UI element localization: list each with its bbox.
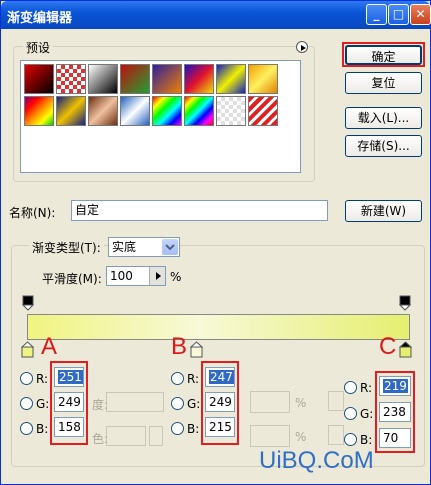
red-value-a: 251 (58, 370, 83, 384)
blue-input-a[interactable]: 158 (54, 417, 84, 437)
preset-swatch[interactable] (152, 64, 182, 94)
preset-swatch[interactable] (248, 64, 278, 94)
label-b: B: (360, 433, 373, 447)
preset-swatch[interactable] (24, 64, 54, 94)
preset-swatch[interactable] (56, 96, 86, 126)
save-button[interactable]: 存储(S)... (345, 135, 422, 157)
opacity-field (106, 392, 164, 412)
gradient-type-value: 实底 (112, 240, 137, 254)
color-stop-a[interactable] (20, 341, 35, 362)
location-field (250, 391, 290, 413)
red-input-c[interactable]: 219 (379, 376, 411, 396)
watermark-logo: UiBQ.CoM (259, 447, 374, 474)
preset-swatch[interactable] (88, 96, 118, 126)
blue-input-c[interactable]: 70 (379, 428, 411, 448)
label-r: R: (187, 372, 200, 386)
close-button[interactable]: ✕ (410, 4, 431, 25)
label-g: G: (360, 407, 374, 421)
smoothness-arrow-icon[interactable] (149, 267, 165, 285)
red-input-a[interactable]: 251 (54, 367, 84, 387)
gradient-type-label: 渐变类型(T): (29, 239, 104, 256)
name-label: 名称(N): (9, 206, 56, 220)
gradient-type-select[interactable]: 实底 (108, 237, 180, 257)
annotation-b: B (171, 333, 188, 360)
maximize-button[interactable]: □ (388, 4, 409, 25)
smoothness-value: 100 (110, 269, 133, 283)
location-field-2 (250, 425, 290, 447)
red-input-b[interactable]: 247 (205, 367, 235, 387)
color-stop-b[interactable] (189, 341, 204, 362)
radio-g-a[interactable] (20, 397, 33, 410)
delete-button-2 (328, 425, 344, 445)
label-r: R: (36, 372, 49, 386)
radio-g-b[interactable] (171, 397, 184, 410)
annotation-a: A (41, 333, 58, 360)
radio-g-c[interactable] (344, 407, 357, 420)
radio-b-a[interactable] (20, 422, 33, 435)
gradient-editor-window: 渐变编辑器 _ □ ✕ 预设 确定 复位 载入(L)... 存储(S)... 名… (0, 0, 431, 485)
blue-input-b[interactable]: 215 (205, 417, 235, 437)
new-button[interactable]: 新建(W) (345, 200, 422, 222)
opacity-stop-right[interactable] (398, 295, 412, 314)
chevron-down-icon[interactable] (162, 239, 178, 255)
label-g: G: (187, 397, 201, 411)
smoothness-label: 平滑度(M): (42, 272, 102, 286)
radio-r-c[interactable] (344, 381, 357, 394)
label-b: B: (36, 422, 49, 436)
label-g: G: (36, 397, 50, 411)
window-title: 渐变编辑器 (7, 11, 73, 26)
green-input-a[interactable]: 249 (54, 392, 84, 412)
reset-button[interactable]: 复位 (345, 72, 422, 94)
presets-menu-icon[interactable] (296, 41, 308, 53)
green-input-b[interactable]: 249 (205, 392, 235, 412)
minimize-button[interactable]: _ (366, 4, 387, 25)
ok-button[interactable]: 确定 (345, 45, 422, 65)
presets-label: 预设 (23, 39, 54, 56)
annotation-c: C (379, 333, 397, 360)
delete-button (328, 391, 344, 411)
smoothness-unit: % (170, 270, 182, 284)
pct-label-2: % (295, 430, 307, 444)
gradient-preview-bar[interactable] (27, 314, 410, 340)
label-b: B: (187, 422, 200, 436)
opacity-label: 度: (92, 398, 109, 412)
preset-swatch[interactable] (184, 96, 214, 126)
color-stop-c[interactable] (398, 341, 413, 362)
preset-swatch[interactable] (248, 96, 278, 126)
preset-swatch[interactable] (216, 64, 246, 94)
green-input-c[interactable]: 238 (379, 402, 411, 422)
stop-color-arrow (149, 426, 163, 446)
smoothness-input[interactable]: 100 (106, 266, 166, 286)
preset-swatch[interactable] (184, 64, 214, 94)
preset-swatch[interactable] (120, 64, 150, 94)
radio-r-a[interactable] (20, 372, 33, 385)
name-input[interactable]: 自定 (71, 200, 328, 221)
opacity-stop-left[interactable] (21, 295, 35, 314)
stop-color-field (106, 426, 146, 446)
label-r: R: (360, 381, 373, 395)
load-button[interactable]: 载入(L)... (345, 107, 422, 129)
radio-r-b[interactable] (171, 372, 184, 385)
pct-label: % (295, 396, 307, 410)
preset-swatch[interactable] (216, 96, 246, 126)
radio-b-b[interactable] (171, 422, 184, 435)
red-value-b: 247 (209, 370, 234, 384)
preset-swatch[interactable] (24, 96, 54, 126)
preset-swatch[interactable] (120, 96, 150, 126)
preset-swatch[interactable] (152, 96, 182, 126)
red-value-c: 219 (383, 379, 408, 393)
radio-b-c[interactable] (344, 433, 357, 446)
color-label: 色: (92, 432, 109, 446)
preset-swatch[interactable] (88, 64, 118, 94)
title-bar: 渐变编辑器 _ □ ✕ (1, 1, 431, 29)
preset-swatch-area (20, 60, 301, 173)
preset-swatch[interactable] (56, 64, 86, 94)
